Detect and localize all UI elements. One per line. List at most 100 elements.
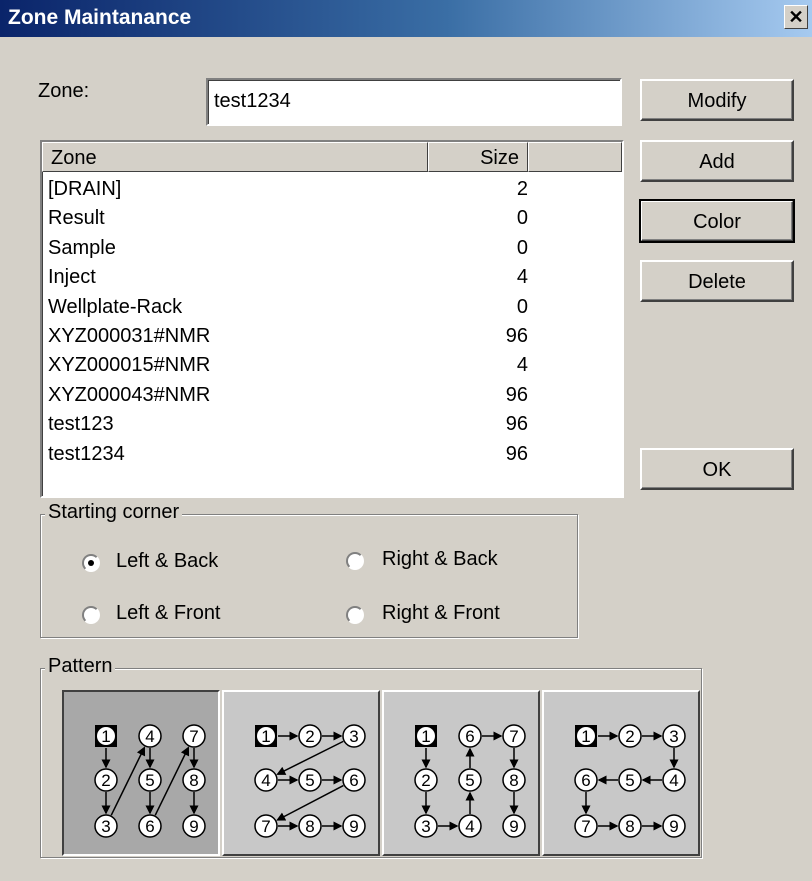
pattern-title: Pattern — [45, 655, 116, 678]
add-button[interactable]: Add — [640, 140, 794, 182]
zone-name-cell: Result — [48, 207, 105, 230]
title-bar: Zone Maintanance ✕ — [0, 0, 812, 37]
zone-size-cell: 4 — [516, 266, 528, 289]
pattern-node-label: 7 — [189, 727, 198, 746]
pattern-node-label: 8 — [509, 771, 518, 790]
zone-size-cell: 4 — [516, 354, 528, 377]
pattern-node-label: 9 — [189, 817, 198, 836]
radio-right-back[interactable] — [346, 552, 364, 570]
zone-size-cell: 0 — [516, 207, 528, 230]
table-row[interactable]: test1234 96 — [48, 441, 528, 467]
column-header-zone[interactable]: Zone — [42, 142, 428, 172]
zone-size-cell: 96 — [505, 325, 528, 347]
pattern-node-label: 3 — [421, 817, 430, 836]
zone-size-cell: 2 — [516, 178, 528, 200]
pattern-node-label: 1 — [581, 727, 590, 746]
pattern-node-label: 6 — [145, 817, 154, 836]
pattern-node-label: 2 — [101, 771, 110, 790]
radio-left-front-label[interactable]: Left & Front — [116, 602, 221, 625]
radio-right-back-label[interactable]: Right & Back — [382, 548, 498, 571]
table-row[interactable]: XYZ000043#NMR 96 — [48, 382, 528, 408]
zone-name-cell: test123 — [48, 413, 114, 436]
radio-left-front[interactable] — [82, 606, 100, 624]
pattern-option-3[interactable]: 1 2 3 4 5 6 7 8 9 — [382, 690, 540, 856]
pattern-node-label: 8 — [305, 817, 314, 836]
pattern-node-label: 6 — [581, 771, 590, 790]
pattern-3-graphic: 1 2 3 4 5 6 7 8 9 — [414, 724, 526, 838]
pattern-option-4[interactable]: 1 2 3 4 5 6 7 8 9 — [542, 690, 700, 856]
zone-input-value: test1234 — [214, 90, 291, 112]
pattern-selector: 1 2 3 4 5 6 7 8 9 1 2 3 4 5 6 7 8 9 1 2 3 4 5 6 7 8 9 1 2 3 4 5 6 7 8 9 — [62, 690, 716, 856]
pattern-node-label: 7 — [509, 727, 518, 746]
pattern-4-graphic: 1 2 3 4 5 6 7 8 9 — [574, 724, 686, 838]
pattern-node-label: 9 — [349, 817, 358, 836]
modify-button[interactable]: Modify — [640, 79, 794, 121]
color-button[interactable]: Color — [639, 199, 795, 243]
zone-label: Zone: — [38, 80, 90, 102]
zone-size-cell: 96 — [505, 442, 528, 465]
pattern-node-label: 7 — [261, 817, 270, 836]
pattern-node-label: 3 — [349, 727, 358, 746]
table-row[interactable]: Sample 0 — [48, 235, 528, 261]
ok-button[interactable]: OK — [640, 448, 794, 490]
starting-corner-title: Starting corner — [45, 501, 183, 524]
close-button[interactable]: ✕ — [784, 5, 808, 29]
table-row[interactable]: XYZ000015#NMR 4 — [48, 352, 528, 378]
table-row[interactable]: XYZ000031#NMR 96 — [48, 323, 528, 349]
table-row[interactable]: [DRAIN] 2 — [48, 176, 528, 202]
radio-left-back-label[interactable]: Left & Back — [116, 550, 218, 573]
zone-size-cell: 96 — [505, 383, 528, 406]
pattern-node-label: 6 — [465, 727, 474, 746]
pattern-node-label: 4 — [261, 771, 270, 790]
zone-name-cell: XYZ000031#NMR — [48, 325, 211, 347]
zone-name-cell: XYZ000015#NMR — [48, 354, 211, 377]
window-title: Zone Maintanance — [8, 6, 192, 29]
pattern-node-label: 8 — [625, 817, 634, 836]
table-row[interactable]: Wellplate-Rack 0 — [48, 294, 528, 320]
zone-size-cell: 96 — [505, 413, 528, 436]
zone-size-cell: 0 — [516, 295, 528, 318]
zone-name-cell: Inject — [48, 266, 96, 289]
column-header-size[interactable]: Size — [428, 142, 528, 172]
pattern-node-label: 5 — [625, 771, 634, 790]
pattern-node-label: 2 — [305, 727, 314, 746]
close-icon: ✕ — [788, 7, 804, 27]
pattern-option-2[interactable]: 1 2 3 4 5 6 7 8 9 — [222, 690, 380, 856]
zone-name-cell: Sample — [48, 236, 116, 259]
zone-list[interactable]: Zone Size [DRAIN] 2 Result 0 Sample 0 Inject 4 W… — [40, 140, 624, 498]
table-row[interactable]: test123 96 — [48, 411, 528, 437]
pattern-node-label: 5 — [465, 771, 474, 790]
delete-button[interactable]: Delete — [640, 260, 794, 302]
column-header-blank — [528, 142, 622, 172]
pattern-node-label: 9 — [669, 817, 678, 836]
pattern-option-1[interactable]: 1 2 3 4 5 6 7 8 9 — [62, 690, 220, 856]
zone-input[interactable]: test1234 — [206, 78, 622, 126]
zone-name-cell: Wellplate-Rack — [48, 295, 183, 318]
pattern-node-label: 3 — [101, 817, 110, 836]
pattern-node-label: 1 — [421, 727, 430, 746]
pattern-node-label: 3 — [669, 727, 678, 746]
radio-right-front-label[interactable]: Right & Front — [382, 602, 500, 625]
pattern-node-label: 1 — [261, 727, 270, 746]
pattern-node-label: 7 — [581, 817, 590, 836]
pattern-node-label: 4 — [465, 817, 474, 836]
pattern-node-label: 1 — [101, 727, 110, 746]
zone-list-header: Zone Size — [42, 142, 622, 174]
table-row[interactable]: Inject 4 — [48, 264, 528, 290]
zone-name-cell: XYZ000043#NMR — [48, 383, 211, 406]
pattern-1-graphic: 1 2 3 4 5 6 7 8 9 — [94, 724, 206, 838]
pattern-node-label: 9 — [509, 817, 518, 836]
pattern-node-label: 5 — [145, 771, 154, 790]
zone-name-cell: [DRAIN] — [48, 178, 122, 200]
pattern-node-label: 4 — [145, 727, 154, 746]
pattern-node-label: 2 — [421, 771, 430, 790]
pattern-node-label: 8 — [189, 771, 198, 790]
zone-name-cell: test1234 — [48, 442, 125, 465]
radio-right-front[interactable] — [346, 606, 364, 624]
pattern-node-label: 5 — [305, 771, 314, 790]
radio-left-back[interactable] — [82, 554, 100, 572]
pattern-2-graphic: 1 2 3 4 5 6 7 8 9 — [254, 724, 366, 838]
pattern-node-label: 4 — [669, 771, 678, 790]
table-row[interactable]: Result 0 — [48, 205, 528, 231]
pattern-node-label: 6 — [349, 771, 358, 790]
